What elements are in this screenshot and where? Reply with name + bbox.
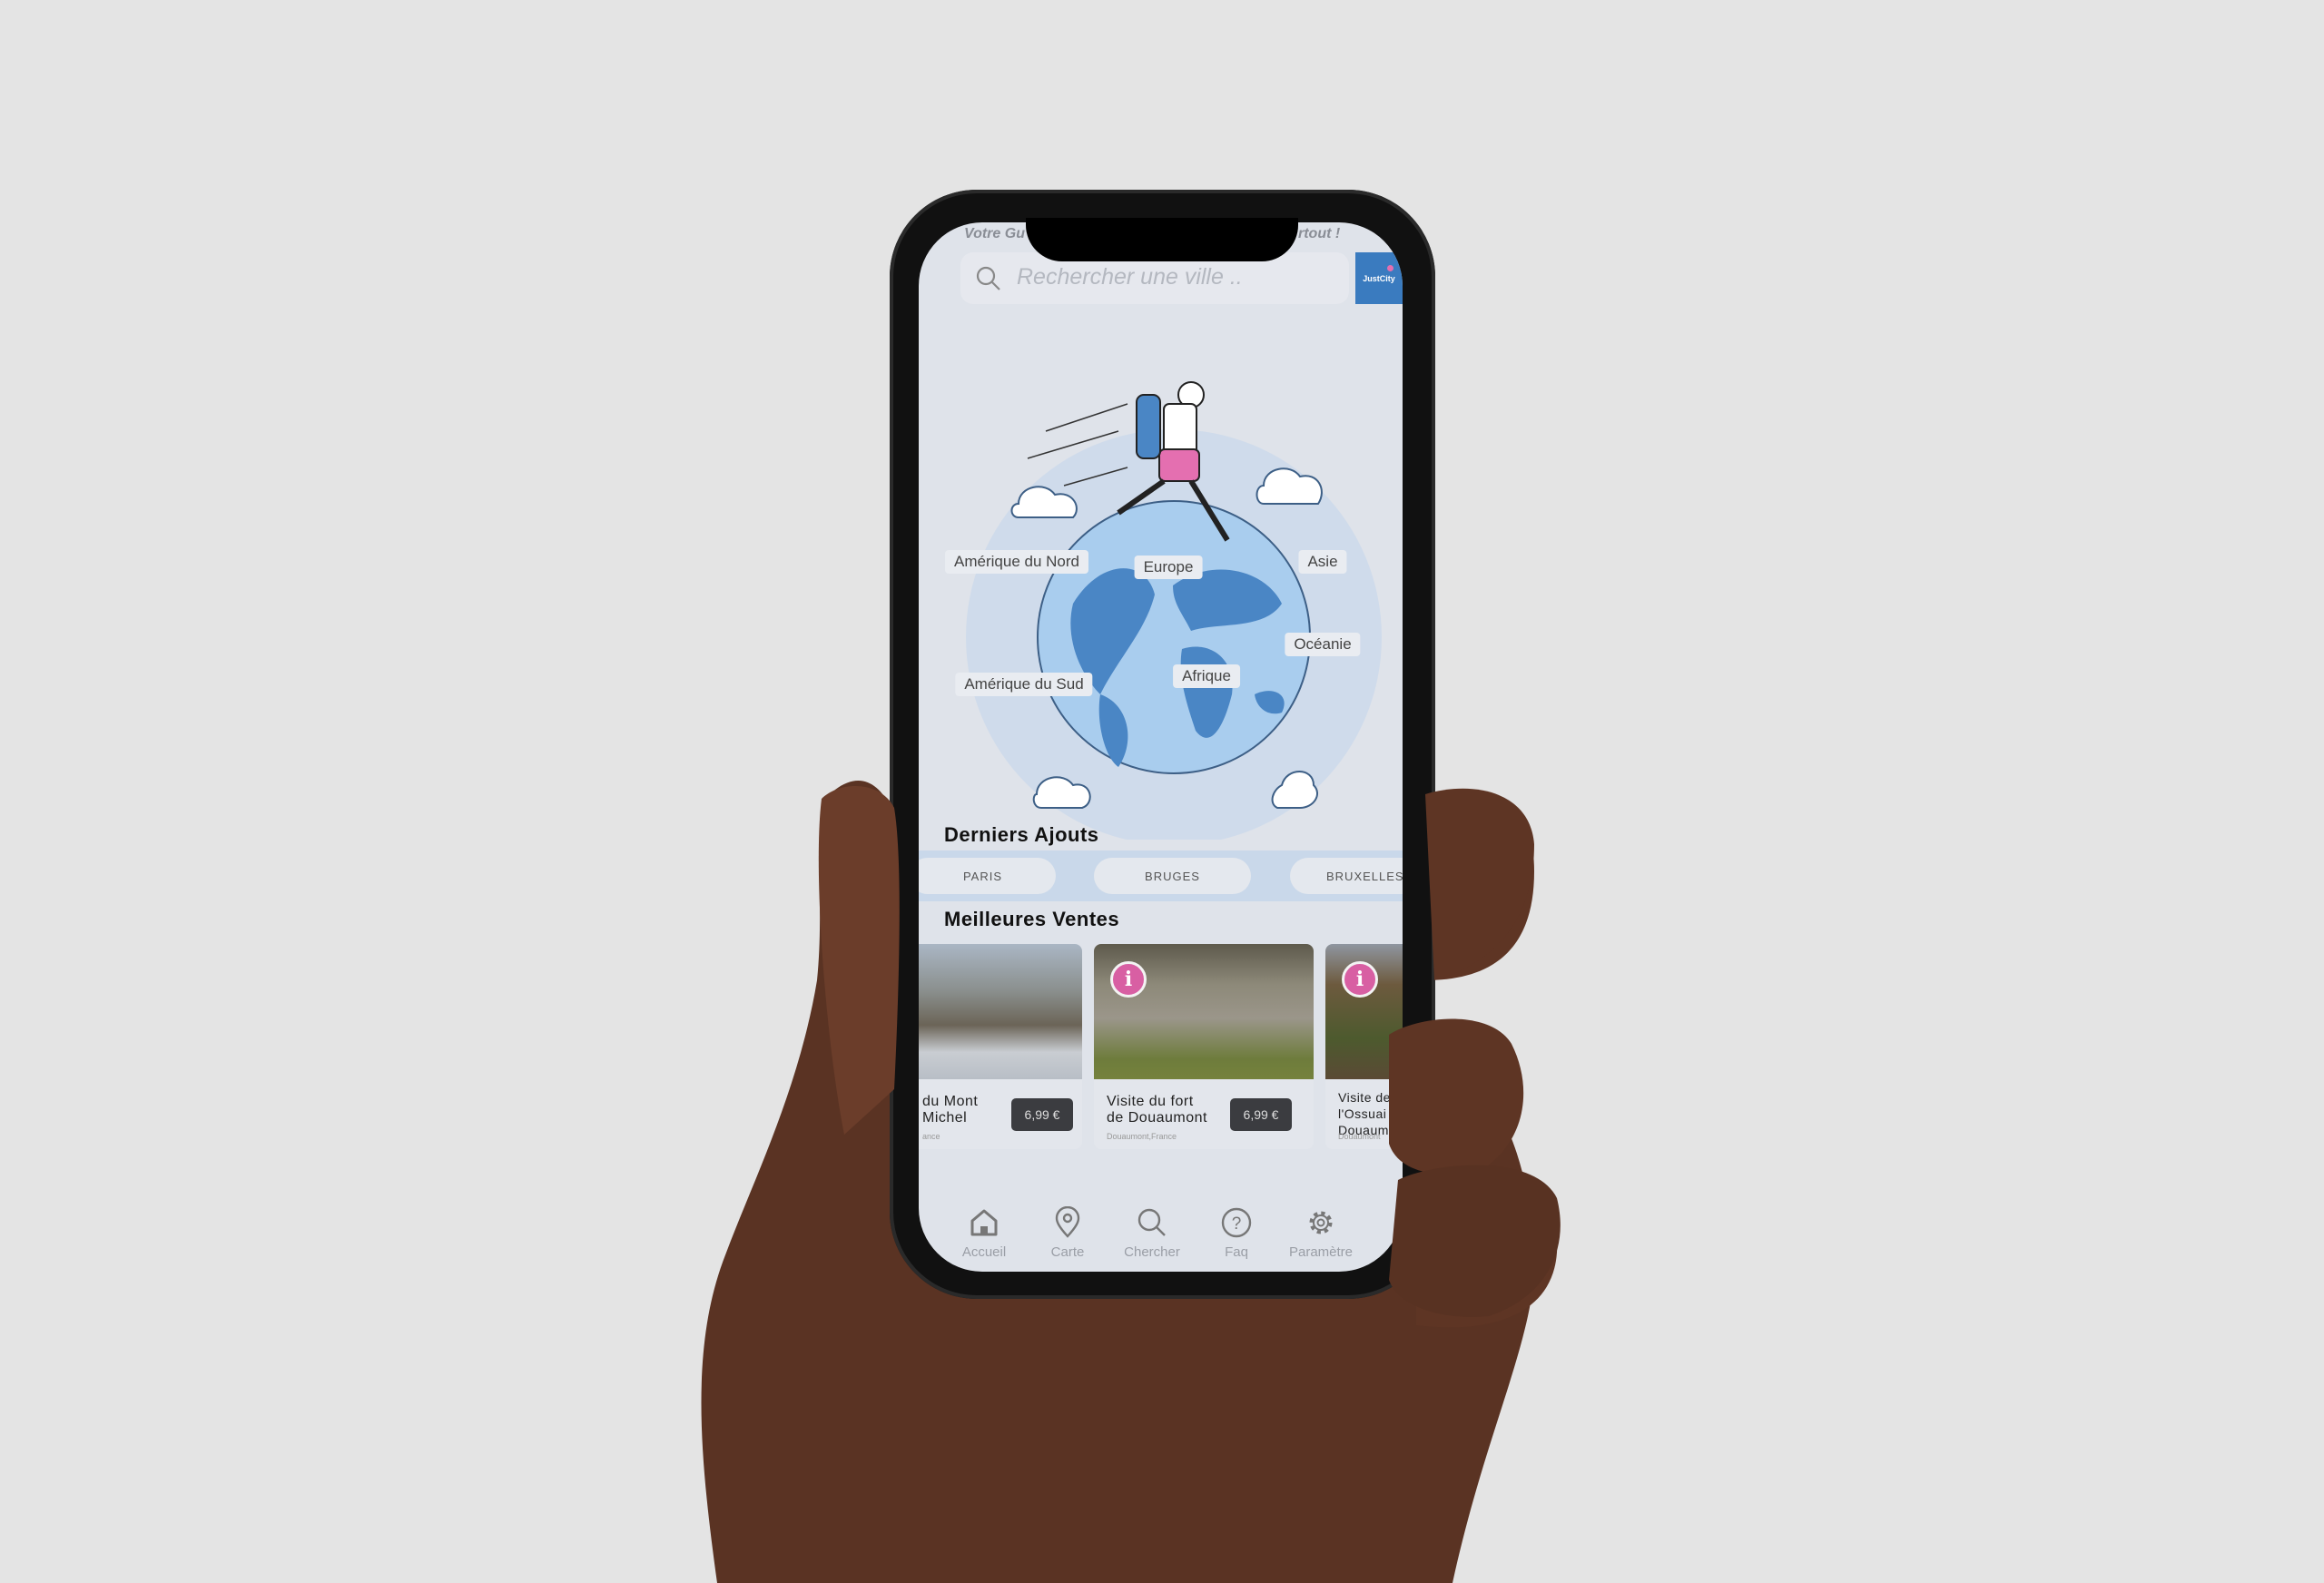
hand-fingers (818, 786, 1561, 1317)
